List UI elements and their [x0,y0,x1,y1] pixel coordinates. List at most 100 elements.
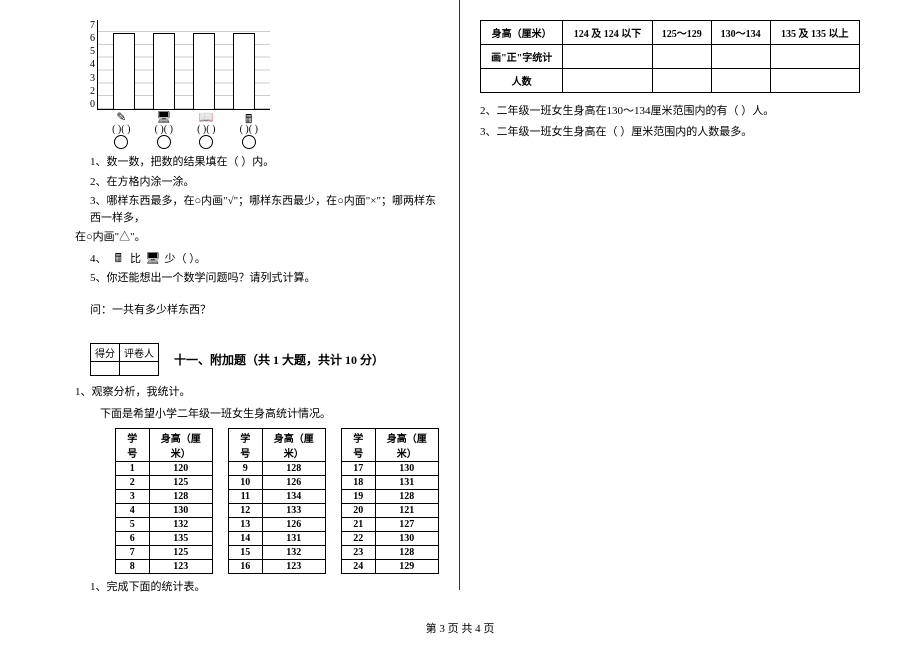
table-row: 24129 [342,560,439,574]
question-4: 4、 🖩 比 🖥 少（ ）。 [90,249,439,268]
circle-3 [199,135,213,149]
chart-plot [97,20,270,110]
section-11-title: 十一、附加题（共 1 大题，共计 10 分） [174,351,384,368]
result-table: 身高（厘米） 124 及 124 以下 125～129 130～134 135 … [480,20,860,93]
bar-1 [113,33,135,109]
left-column: 0 2 3 4 5 6 7 ✎ 🖥 📖 � [0,0,460,590]
q4-prefix: 4、 [90,253,107,265]
result-c2: 125～129 [652,21,711,45]
question-3b: 在○内画"△"。 [75,229,439,246]
bar-2 [153,33,175,109]
computer-icon: 🖥 [155,110,173,124]
th-height: 身高（厘米） [375,429,438,462]
result-cell [770,69,859,93]
result-c4: 135 及 135 以上 [770,21,859,45]
table-row: 10126 [229,476,326,490]
table-row: 21127 [342,518,439,532]
ytick: 2 [90,86,95,97]
ytick: 6 [90,33,95,44]
table-row: 8123 [116,560,213,574]
result-cell [711,69,770,93]
table-row: 2125 [116,476,213,490]
book-icon: 📖 [197,110,215,124]
bar-chart: 0 2 3 4 5 6 7 ✎ 🖥 📖 � [90,20,270,149]
table-row: 19128 [342,490,439,504]
table-row: 17130 [342,462,439,476]
table-row: 22130 [342,532,439,546]
score-header-grader: 评卷人 [120,344,159,362]
result-cell [652,45,711,69]
question-1: 1、数一数，把数的结果填在（ ）内。 [90,154,439,171]
result-cell [563,45,652,69]
table-row: 6135 [116,532,213,546]
table-row: 1120 [116,462,213,476]
bar-4 [233,33,255,109]
calculator-icon: 🖩 [109,249,127,263]
table-row: 13126 [229,518,326,532]
student-height-tables: 学号身高（厘米） 1120 2125 3128 4130 5132 6135 7… [115,428,439,574]
ytick: 5 [90,46,95,57]
table-row: 20121 [342,504,439,518]
calculator-icon: 🖩 [240,110,258,124]
th-id: 学号 [116,429,150,462]
chart-area: 0 2 3 4 5 6 7 [90,20,270,110]
s11-q1: 1、观察分析，我统计。 [75,384,439,402]
label-1: ( )( ) [112,124,130,135]
s11-q1-sub: 下面是希望小学二年级一班女生身高统计情况。 [100,406,439,424]
th-id: 学号 [342,429,376,462]
label-3: ( )( ) [197,124,215,135]
score-section-row: 得分 评卷人 十一、附加题（共 1 大题，共计 10 分） [90,343,439,376]
table-row: 4130 [116,504,213,518]
result-r2: 人数 [481,69,563,93]
table-row: 11134 [229,490,326,504]
table-row: 3128 [116,490,213,504]
table-row: 5132 [116,518,213,532]
computer-icon: 🖥 [144,249,162,263]
label-2: ( )( ) [155,124,173,135]
result-c3: 130～134 [711,21,770,45]
chart-icons-row: ✎ 🖥 📖 🖩 [90,110,270,124]
table-row: 9128 [229,462,326,476]
ytick: 0 [90,99,95,110]
right-q2: 2、二年级一班女生身高在130～134厘米范围内的有（ ）人。 [480,103,900,121]
result-cell [652,69,711,93]
ytick: 7 [90,20,95,31]
page-columns: 0 2 3 4 5 6 7 ✎ 🖥 📖 � [0,0,920,590]
label-4: ( )( ) [240,124,258,135]
right-q3: 3、二年级一班女生身高在（ ）厘米范围内的人数最多。 [480,124,900,142]
result-r1: 画"正"字统计 [481,45,563,69]
table-row: 15132 [229,546,326,560]
circle-4 [242,135,256,149]
result-c1: 124 及 124 以下 [563,21,652,45]
result-h1: 身高（厘米） [481,21,563,45]
y-axis: 0 2 3 4 5 6 7 [90,20,97,110]
pencil-icon: ✎ [112,110,130,124]
table-row: 18131 [342,476,439,490]
table-row: 7125 [116,546,213,560]
student-table-2: 学号身高（厘米） 9128 10126 11134 12133 13126 14… [228,428,326,574]
result-cell [711,45,770,69]
question-5-answer: 问：一共有多少样东西？ [90,302,439,319]
circle-1 [114,135,128,149]
page-footer: 第 3 页 共 4 页 [0,590,920,636]
question-2: 2、在方格内涂一涂。 [90,174,439,191]
score-header-score: 得分 [91,344,120,362]
student-table-3: 学号身高（厘米） 17130 18131 19128 20121 21127 2… [341,428,439,574]
th-id: 学号 [229,429,263,462]
th-height: 身高（厘米） [262,429,325,462]
q4-suffix: 少（ ）。 [165,253,206,265]
circle-2 [157,135,171,149]
right-column: 身高（厘米） 124 及 124 以下 125～129 130～134 135 … [460,0,920,590]
score-cell [91,362,120,376]
grader-cell [120,362,159,376]
score-table: 得分 评卷人 [90,343,159,376]
table-row: 16123 [229,560,326,574]
ytick: 4 [90,59,95,70]
result-cell [563,69,652,93]
chart-circles-row [90,135,270,149]
question-5: 5、你还能想出一个数学问题吗？请列式计算。 [90,270,439,287]
q4-mid: 比 [130,253,141,265]
table-row: 14131 [229,532,326,546]
table-row: 23128 [342,546,439,560]
th-height: 身高（厘米） [149,429,212,462]
